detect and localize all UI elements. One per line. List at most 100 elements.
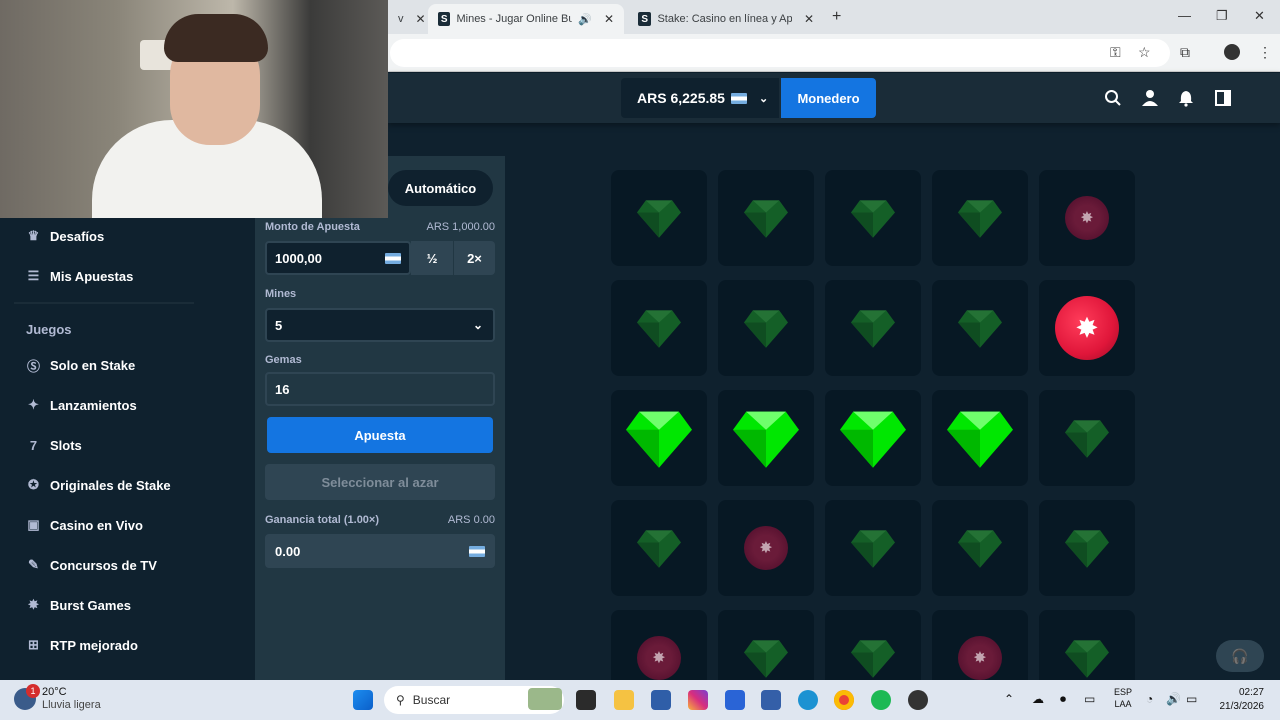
mine-tile[interactable] bbox=[718, 390, 814, 486]
app-icon[interactable] bbox=[761, 690, 781, 710]
live-icon: ▣ bbox=[27, 517, 40, 532]
mines-select[interactable]: 5 ⌄ bbox=[265, 308, 495, 342]
file-explorer-icon[interactable] bbox=[614, 690, 634, 710]
sidebar-item-label: Burst Games bbox=[50, 597, 131, 613]
instagram-icon[interactable] bbox=[688, 690, 708, 710]
url-field[interactable] bbox=[390, 39, 1170, 67]
maximize-icon[interactable]: ❐ bbox=[1216, 8, 1228, 24]
sidebar-item-concursos-tv[interactable]: ✎ Concursos de TV bbox=[26, 555, 157, 575]
half-button[interactable]: ½ bbox=[411, 241, 453, 275]
mine-tile[interactable] bbox=[611, 280, 707, 376]
sparkle-icon: ✦ bbox=[28, 397, 39, 412]
mine-tile[interactable]: ✸ bbox=[718, 500, 814, 596]
mine-tile[interactable] bbox=[932, 390, 1028, 486]
mine-tile[interactable]: ✸ bbox=[1039, 280, 1135, 376]
mine-tile[interactable] bbox=[932, 500, 1028, 596]
speaker-icon[interactable]: 🔊 bbox=[1166, 692, 1181, 706]
window-close-icon[interactable]: ✕ bbox=[1254, 8, 1265, 24]
support-headset-icon[interactable]: 🎧 bbox=[1216, 640, 1264, 672]
balance-selector[interactable]: ARS 6,225.85 ⌄ bbox=[621, 78, 779, 118]
minimize-icon[interactable]: — bbox=[1178, 8, 1191, 23]
sidebar-item-originales[interactable]: ✪ Originales de Stake bbox=[26, 475, 171, 495]
mine-tile[interactable] bbox=[611, 500, 707, 596]
mine-tile[interactable] bbox=[718, 280, 814, 376]
sidebar-item-solo-en-stake[interactable]: Ⓢ Solo en Stake bbox=[26, 355, 135, 375]
wifi-icon[interactable]: ◔ bbox=[1146, 692, 1153, 706]
mic-icon[interactable]: ⏺ bbox=[1060, 692, 1066, 707]
sidebar-item-slots[interactable]: 7 Slots bbox=[26, 435, 82, 455]
close-icon[interactable]: ✕ bbox=[804, 12, 814, 26]
gems-value: 16 bbox=[275, 381, 290, 397]
gem-icon bbox=[851, 310, 895, 348]
tab-partial[interactable]: v ✕ bbox=[388, 4, 426, 34]
stake-icon: Ⓢ bbox=[26, 358, 40, 374]
new-tab-icon[interactable]: + bbox=[832, 8, 841, 26]
store-icon[interactable] bbox=[651, 690, 671, 710]
app-icon[interactable] bbox=[725, 690, 745, 710]
mine-tile[interactable] bbox=[1039, 500, 1135, 596]
windows-start-icon[interactable] bbox=[353, 690, 373, 710]
sidebar-item-mis-apuestas[interactable]: ☰ Mis Apuestas bbox=[26, 266, 134, 286]
balance-amount: ARS 6,225.85 bbox=[637, 90, 725, 106]
profile-avatar[interactable] bbox=[1224, 44, 1240, 60]
spotify-icon[interactable] bbox=[871, 690, 891, 710]
mine-tile[interactable] bbox=[1039, 390, 1135, 486]
bet-controls: Automático Monto de Apuesta ARS 1,000.00… bbox=[255, 156, 505, 680]
sidebar-item-rtp-mejorado[interactable]: ⊞ RTP mejorado bbox=[26, 635, 138, 655]
edge-icon[interactable] bbox=[798, 690, 818, 710]
speaker-icon[interactable]: 🔊 bbox=[578, 13, 592, 26]
wallet-button[interactable]: Monedero bbox=[781, 78, 876, 118]
mine-tile[interactable] bbox=[611, 390, 707, 486]
sidebar-item-lanzamientos[interactable]: ✦ Lanzamientos bbox=[26, 395, 137, 415]
random-pick-button[interactable]: Seleccionar al azar bbox=[265, 464, 495, 500]
section-title-juegos: Juegos bbox=[26, 322, 72, 337]
gem-icon bbox=[637, 530, 681, 568]
bell-icon[interactable] bbox=[1176, 88, 1196, 108]
app-icon[interactable] bbox=[908, 690, 928, 710]
battery-icon[interactable]: ▭ bbox=[1186, 692, 1197, 706]
extensions-icon[interactable]: ⧉ bbox=[1180, 44, 1190, 61]
tab-stake[interactable]: S Stake: Casino en línea y Apuest ✕ bbox=[628, 4, 824, 34]
user-icon[interactable] bbox=[1140, 88, 1160, 108]
task-view-icon[interactable] bbox=[576, 690, 596, 710]
cloud-icon[interactable]: ☁ bbox=[1032, 692, 1044, 706]
bet-amount-input[interactable]: 1000,00 bbox=[265, 241, 411, 275]
sidebar-item-desafios[interactable]: ♛ Desafíos bbox=[26, 226, 105, 246]
chevron-up-icon[interactable]: ⌃ bbox=[1004, 692, 1014, 706]
weather-widget[interactable]: 20°C Lluvia ligera bbox=[42, 686, 101, 712]
mine-tile[interactable] bbox=[825, 170, 921, 266]
sidebar-toggle-icon[interactable] bbox=[1213, 88, 1233, 108]
gem-icon bbox=[851, 640, 895, 678]
menu-dots-icon[interactable]: ⋮ bbox=[1258, 44, 1272, 61]
gem-icon bbox=[637, 200, 681, 238]
clock[interactable]: 02:27 21/3/2026 bbox=[1212, 686, 1265, 714]
close-icon[interactable]: ✕ bbox=[604, 12, 614, 26]
bet-button[interactable]: Apuesta bbox=[267, 417, 493, 453]
mine-tile[interactable] bbox=[825, 280, 921, 376]
bookmark-star-icon[interactable]: ☆ bbox=[1138, 44, 1151, 61]
language-indicator[interactable]: ESP LAA bbox=[1114, 686, 1132, 710]
mine-tile[interactable] bbox=[932, 170, 1028, 266]
stake-header: ARS 6,225.85 ⌄ Monedero bbox=[388, 73, 1280, 123]
key-icon[interactable]: ⚿ bbox=[1110, 44, 1121, 61]
close-icon[interactable]: ✕ bbox=[416, 12, 426, 26]
explosion-icon: ✸ bbox=[759, 540, 773, 557]
explosion-icon: ✸ bbox=[1080, 210, 1094, 227]
mine-tile[interactable] bbox=[932, 280, 1028, 376]
mine-tile[interactable]: ✸ bbox=[1039, 170, 1135, 266]
tab-automatico[interactable]: Automático bbox=[388, 170, 493, 206]
double-button[interactable]: 2× bbox=[454, 241, 495, 275]
mine-tile[interactable] bbox=[825, 500, 921, 596]
weather-temp: 20°C bbox=[42, 686, 67, 698]
display-icon[interactable]: ▭ bbox=[1084, 692, 1095, 706]
chrome-icon[interactable] bbox=[834, 690, 854, 710]
tab-mines[interactable]: S Mines - Jugar Online Busca 🔊 ✕ bbox=[428, 4, 624, 34]
mine-tile[interactable] bbox=[611, 170, 707, 266]
search-icon[interactable] bbox=[1103, 88, 1123, 108]
mine-tile[interactable] bbox=[825, 390, 921, 486]
sidebar-item-casino-en-vivo[interactable]: ▣ Casino en Vivo bbox=[26, 515, 143, 535]
mic-icon: ✎ bbox=[28, 557, 39, 572]
mine-tile[interactable] bbox=[718, 170, 814, 266]
sidebar-item-burst-games[interactable]: ✸ Burst Games bbox=[26, 595, 131, 615]
sidebar-item-label: Slots bbox=[50, 437, 82, 453]
